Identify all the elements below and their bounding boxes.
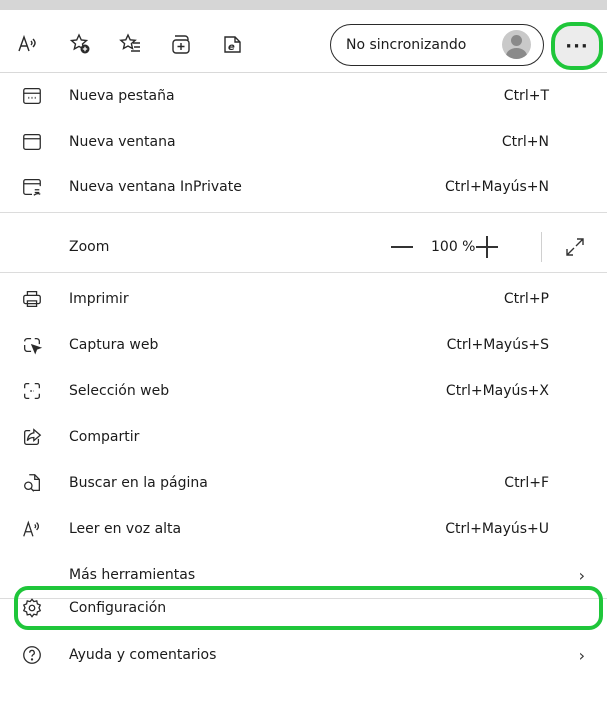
menu-item-label: Selección web — [69, 383, 170, 399]
web-capture-icon — [20, 333, 44, 357]
menu-item-help-feedback[interactable]: Ayuda y comentarios › — [0, 633, 607, 677]
menu-divider — [0, 212, 607, 213]
menu-item-label: Buscar en la página — [69, 475, 208, 491]
avatar — [502, 30, 531, 59]
read-aloud-icon — [20, 517, 44, 541]
collections-icon[interactable] — [165, 28, 197, 60]
web-select-icon — [20, 379, 44, 403]
menu-item-label: Captura web — [69, 337, 159, 353]
menu-item-read-aloud[interactable]: Leer en voz alta Ctrl+Mayús+U — [0, 507, 607, 551]
menu-item-new-tab[interactable]: Nueva pestaña Ctrl+T — [0, 74, 607, 118]
ie-mode-icon[interactable]: e — [216, 28, 248, 60]
read-aloud-icon[interactable] — [12, 28, 44, 60]
menu-item-shortcut: Ctrl+Mayús+X — [445, 383, 549, 399]
menu-item-settings[interactable]: Configuración — [0, 586, 607, 630]
browser-toolbar: e No sincronizando ··· — [0, 0, 607, 72]
menu-item-shortcut: Ctrl+F — [504, 475, 549, 491]
chevron-right-icon: › — [578, 645, 585, 665]
menu-item-new-inprivate-window[interactable]: Nueva ventana InPrivate Ctrl+Mayús+N — [0, 165, 607, 209]
menu-item-label: Ayuda y comentarios — [69, 647, 217, 663]
settings-and-more-button[interactable]: ··· — [551, 22, 603, 70]
menu-item-shortcut: Ctrl+Mayús+U — [445, 521, 549, 537]
zoom-level: 100 % — [431, 239, 476, 255]
menu-item-label: Compartir — [69, 429, 140, 445]
find-icon — [20, 471, 44, 495]
toolbar-shade — [0, 0, 607, 10]
menu-item-shortcut: Ctrl+Mayús+S — [446, 337, 549, 353]
gear-icon — [20, 596, 44, 620]
menu-item-label: Nueva ventana InPrivate — [69, 179, 242, 195]
menu-item-label: Nueva pestaña — [69, 88, 175, 104]
print-icon — [20, 287, 44, 311]
help-icon — [20, 643, 44, 667]
zoom-in-button[interactable] — [476, 236, 498, 258]
zoom-separator — [541, 232, 542, 262]
menu-item-share[interactable]: Compartir — [0, 415, 607, 459]
menu-item-shortcut: Ctrl+T — [503, 88, 549, 104]
chevron-right-icon: › — [578, 565, 585, 585]
more-icon: ··· — [565, 35, 589, 57]
menu-item-label: Más herramientas — [69, 567, 196, 583]
menu-item-label: Imprimir — [69, 291, 129, 307]
share-icon — [20, 425, 44, 449]
menu-item-label: Nueva ventana — [69, 134, 176, 150]
menu-item-web-capture[interactable]: Captura web Ctrl+Mayús+S — [0, 323, 607, 367]
menu-item-shortcut: Ctrl+P — [503, 291, 549, 307]
menu-item-shortcut: Ctrl+Mayús+N — [445, 179, 549, 195]
new-tab-icon — [20, 84, 44, 108]
menu-item-print[interactable]: Imprimir Ctrl+P — [0, 277, 607, 321]
new-window-icon — [20, 130, 44, 154]
menu-divider — [0, 272, 607, 273]
favorites-icon[interactable] — [114, 28, 146, 60]
browser-window: e No sincronizando ··· Nueva pestaña Ctr… — [0, 0, 607, 709]
add-favorite-icon[interactable] — [64, 28, 96, 60]
sync-status-button[interactable]: No sincronizando — [330, 24, 544, 66]
menu-item-new-window[interactable]: Nueva ventana Ctrl+N — [0, 120, 607, 164]
svg-text:e: e — [228, 42, 235, 53]
menu-item-web-select[interactable]: Selección web Ctrl+Mayús+X — [0, 369, 607, 413]
zoom-out-button[interactable] — [391, 246, 413, 248]
menu-item-find-on-page[interactable]: Buscar en la página Ctrl+F — [0, 461, 607, 505]
sync-status-label: No sincronizando — [346, 37, 467, 53]
menu-item-label: Leer en voz alta — [69, 521, 182, 537]
menu-item-zoom: Zoom 100 % — [0, 225, 607, 269]
menu-item-label: Configuración — [69, 600, 167, 616]
inprivate-window-icon — [20, 175, 44, 199]
menu-item-shortcut: Ctrl+N — [501, 134, 549, 150]
zoom-label: Zoom — [69, 239, 110, 255]
full-screen-icon[interactable] — [565, 237, 585, 257]
